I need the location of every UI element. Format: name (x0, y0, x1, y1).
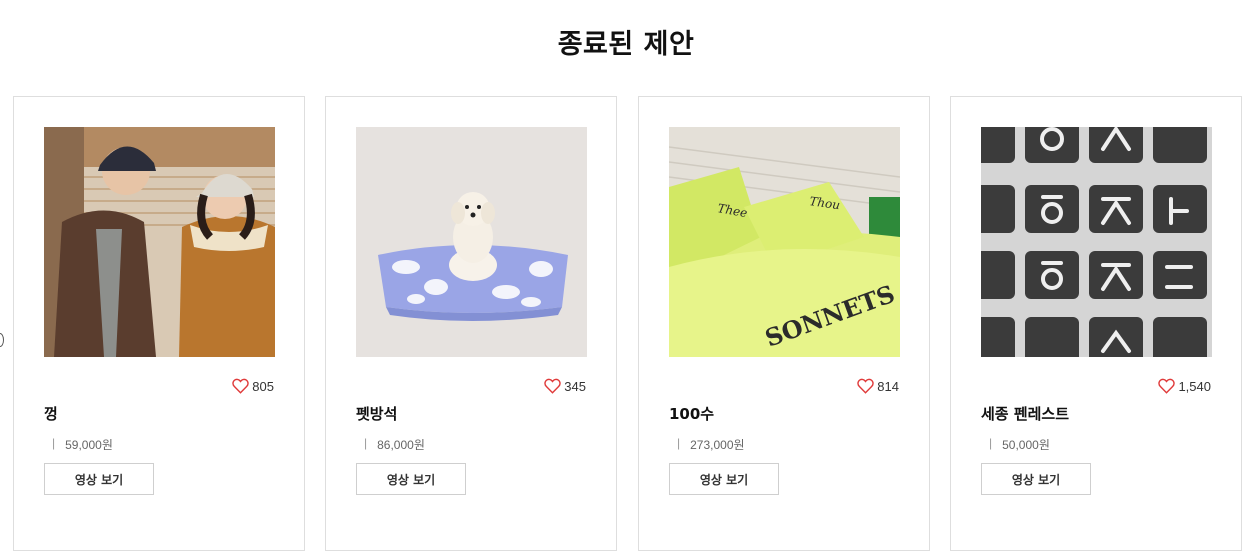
product-price-row: | 86,000원 (364, 436, 425, 453)
product-card[interactable]: 1,540 세종 펜레스트 | 50,000원 영상 보기 (950, 96, 1242, 551)
like-count[interactable]: 345 (544, 378, 586, 394)
keycaps-photo (981, 127, 1212, 357)
product-price-row: | 50,000원 (989, 436, 1050, 453)
product-image[interactable] (356, 127, 587, 357)
product-price-row: | 59,000원 (52, 436, 113, 453)
product-price: 50,000원 (1002, 438, 1050, 452)
product-name[interactable]: 100수 (669, 403, 714, 424)
watch-video-button[interactable]: 영상 보기 (356, 463, 466, 495)
product-price: 86,000원 (377, 438, 425, 452)
heart-icon (544, 378, 562, 394)
bedding-photo: Thee Thou SONNETS (669, 127, 900, 357)
product-price: 59,000원 (65, 438, 113, 452)
product-price-row: | 273,000원 (677, 436, 745, 453)
carousel-prev-icon[interactable] (0, 333, 4, 347)
product-card[interactable]: 345 펫방석 | 86,000원 영상 보기 (325, 96, 617, 551)
product-name[interactable]: 껑 (44, 403, 58, 424)
heart-icon (1158, 378, 1176, 394)
like-count-value: 814 (877, 378, 899, 394)
like-count[interactable]: 1,540 (1158, 378, 1211, 394)
watch-video-button[interactable]: 영상 보기 (669, 463, 779, 495)
product-name[interactable]: 펫방석 (356, 403, 397, 424)
price-separator: | (364, 436, 368, 450)
product-image[interactable] (981, 127, 1212, 357)
section-title: 종료된 제안 (557, 29, 695, 60)
product-price: 273,000원 (690, 438, 745, 452)
like-count-value: 1,540 (1178, 378, 1211, 394)
product-card[interactable]: Thee Thou SONNETS 814 100수 | 273,000원 영상… (638, 96, 930, 551)
heart-icon (857, 378, 875, 394)
price-separator: | (52, 436, 56, 450)
like-count[interactable]: 814 (857, 378, 899, 394)
watch-video-button[interactable]: 영상 보기 (44, 463, 154, 495)
product-card[interactable]: 805 껑 | 59,000원 영상 보기 (13, 96, 305, 551)
dog-cushion-photo (356, 127, 587, 357)
price-separator: | (989, 436, 993, 450)
heart-icon (232, 378, 250, 394)
watch-video-button[interactable]: 영상 보기 (981, 463, 1091, 495)
like-count-value: 345 (564, 378, 586, 394)
price-separator: | (677, 436, 681, 450)
product-name[interactable]: 세종 펜레스트 (981, 403, 1069, 424)
product-image[interactable]: Thee Thou SONNETS (669, 127, 900, 357)
like-count-value: 805 (252, 378, 274, 394)
product-image[interactable] (44, 127, 275, 357)
like-count[interactable]: 805 (232, 378, 274, 394)
couple-photo (44, 127, 275, 357)
